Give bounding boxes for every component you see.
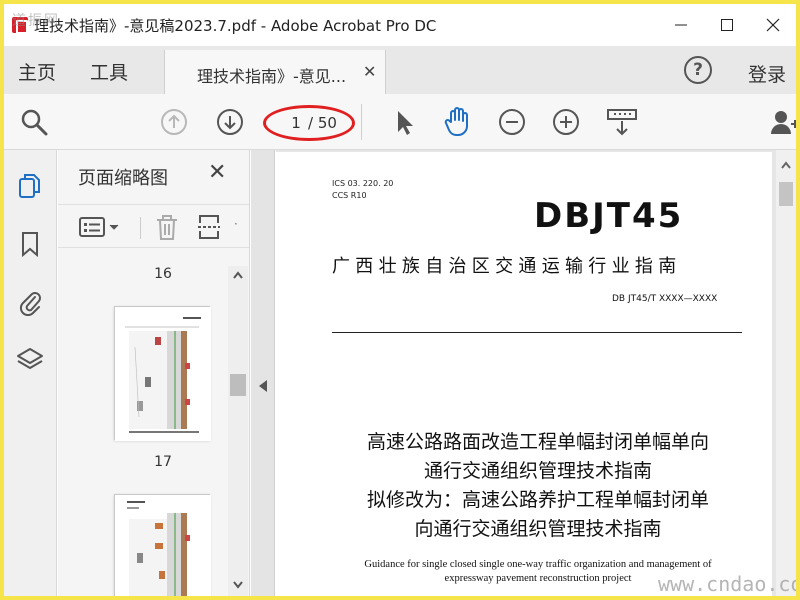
ics-ccs-block: ICS 03. 220. 20 CCS R10 bbox=[332, 178, 393, 202]
close-button[interactable] bbox=[750, 4, 796, 46]
help-icon[interactable]: ? bbox=[684, 56, 712, 84]
thumbnails-list: 16 17 bbox=[58, 250, 228, 596]
watermark-top-left: 道振网 bbox=[12, 13, 60, 29]
thumbnail-page[interactable] bbox=[114, 494, 211, 596]
ccs-line: CCS R10 bbox=[332, 191, 367, 200]
minimize-button[interactable] bbox=[658, 4, 704, 46]
title-line: 通行交通组织管理技术指南 bbox=[423, 460, 652, 482]
maximize-button[interactable] bbox=[704, 4, 750, 46]
header-rule bbox=[332, 332, 742, 333]
thumbnails-panel: 页面缩略图 ✕ · 16 17 bbox=[58, 150, 250, 596]
thumbnails-toolbar: · bbox=[58, 204, 249, 248]
thumbnail-label: 16 bbox=[154, 266, 172, 282]
document-title: 高速公路路面改造工程单幅封闭单幅单向 通行交通组织管理技术指南 拟修改为：高速公… bbox=[332, 428, 744, 544]
doc-tab-label: 理技术指南》-意见... bbox=[197, 67, 347, 86]
menu-home[interactable]: 主页 bbox=[18, 58, 56, 85]
thumbnail-options-icon[interactable] bbox=[78, 215, 124, 243]
thumbnail-label: 17 bbox=[154, 454, 172, 470]
main-toolbar: 1 / 50 bbox=[4, 94, 796, 150]
thumbnail-drawing bbox=[115, 307, 211, 441]
acrobat-window: 理技术指南》-意见稿2023.7.pdf - Adobe Acrobat Pro… bbox=[4, 4, 796, 596]
zoom-search-icon[interactable] bbox=[18, 106, 50, 138]
thumbnails-scrollbar[interactable] bbox=[228, 266, 248, 596]
thumbnails-scroll-thumb[interactable] bbox=[230, 374, 246, 396]
issuing-organization: 广西壮族自治区交通运输行业指南 bbox=[332, 256, 682, 277]
zoom-in-icon[interactable] bbox=[550, 106, 582, 138]
thumbnail-drawing bbox=[115, 495, 211, 596]
close-icon bbox=[766, 18, 780, 32]
standard-number: DB JT45/T XXXX—XXXX bbox=[612, 294, 718, 304]
left-tool-rail bbox=[4, 150, 57, 596]
toolbar-divider bbox=[361, 104, 362, 140]
doc-tab-close-icon[interactable]: ✕ bbox=[363, 62, 376, 81]
page-thumbnails-icon[interactable] bbox=[16, 172, 44, 200]
zoom-out-icon[interactable] bbox=[496, 106, 528, 138]
layers-icon[interactable] bbox=[16, 346, 44, 374]
doc-scroll-up-icon[interactable] bbox=[776, 158, 796, 172]
document-scrollbar[interactable] bbox=[776, 150, 796, 596]
page-number-annotation bbox=[263, 105, 355, 141]
ics-line: ICS 03. 220. 20 bbox=[332, 179, 394, 188]
minimize-icon bbox=[675, 24, 687, 26]
attachment-icon[interactable] bbox=[16, 288, 44, 316]
header-code: DBJT45 bbox=[534, 196, 684, 236]
thumbnails-title: 页面缩略图 bbox=[78, 168, 168, 189]
maximize-icon bbox=[721, 19, 733, 31]
pdf-page: ICS 03. 220. 20 CCS R10 DBJT45 广西壮族自治区交通… bbox=[276, 152, 772, 596]
panel-collapse-strip[interactable] bbox=[251, 150, 275, 596]
tab-document[interactable]: 理技术指南》-意见... ✕ bbox=[164, 50, 386, 94]
scroll-up-icon[interactable] bbox=[228, 268, 248, 282]
watermark-bottom-right: www.cndao.com bbox=[658, 572, 796, 596]
thumbs-more-indicator: · bbox=[234, 217, 238, 231]
document-view: ICS 03. 220. 20 CCS R10 DBJT45 广西壮族自治区交通… bbox=[276, 150, 796, 596]
document-scroll-thumb[interactable] bbox=[779, 182, 793, 206]
next-page-icon[interactable] bbox=[214, 106, 246, 138]
previous-page-icon[interactable] bbox=[158, 106, 190, 138]
scroll-down-icon[interactable] bbox=[228, 578, 248, 592]
login-button[interactable]: 登录 bbox=[748, 60, 786, 87]
select-cursor-icon[interactable] bbox=[388, 106, 420, 138]
menu-tools[interactable]: 工具 bbox=[90, 58, 128, 85]
collapse-left-icon[interactable] bbox=[251, 376, 275, 396]
window-title: 理技术指南》-意见稿2023.7.pdf - Adobe Acrobat Pro… bbox=[34, 16, 437, 35]
bookmark-icon[interactable] bbox=[16, 230, 44, 258]
delete-page-icon[interactable] bbox=[154, 213, 180, 245]
keyboard-scroll-icon[interactable] bbox=[606, 106, 638, 138]
share-user-icon[interactable] bbox=[768, 106, 796, 138]
title-line: 拟修改为：高速公路养护工程单幅封闭单 bbox=[366, 489, 709, 511]
thumbnails-close-icon[interactable]: ✕ bbox=[208, 160, 226, 185]
english-title-line: Guidance for single closed single one-wa… bbox=[364, 559, 712, 570]
extract-page-icon[interactable] bbox=[196, 213, 222, 245]
hand-tool-icon[interactable] bbox=[442, 106, 474, 138]
thumbs-divider bbox=[140, 217, 141, 239]
title-line: 向通行交通组织管理技术指南 bbox=[414, 518, 662, 540]
thumbnail-page[interactable] bbox=[114, 306, 211, 441]
title-bar: 理技术指南》-意见稿2023.7.pdf - Adobe Acrobat Pro… bbox=[4, 4, 796, 46]
title-line: 高速公路路面改造工程单幅封闭单幅单向 bbox=[366, 431, 709, 453]
tab-bar: 主页 工具 理技术指南》-意见... ✕ ? 登录 bbox=[4, 46, 796, 94]
